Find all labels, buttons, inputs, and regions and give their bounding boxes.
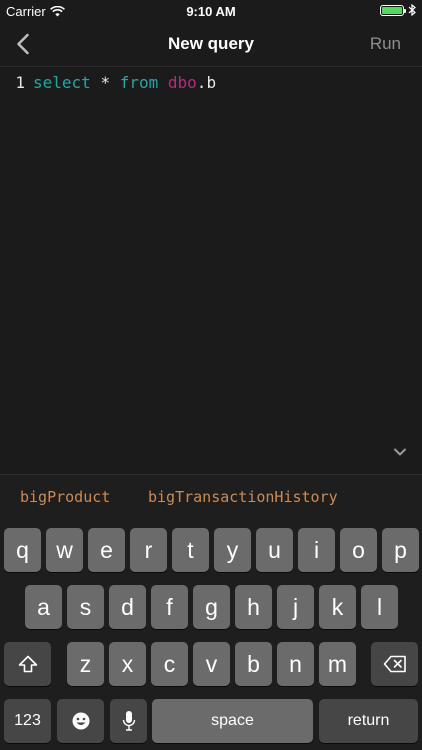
numbers-key[interactable]: 123 [4, 699, 51, 743]
key-z[interactable]: z [67, 642, 104, 686]
keyword-token: from [119, 73, 159, 92]
key-b[interactable]: b [235, 642, 272, 686]
battery-level [382, 6, 402, 14]
suggestion-item[interactable]: bigProduct [20, 488, 110, 506]
sql-editor[interactable]: 1 select * from dbo. b [0, 67, 422, 473]
partial-identifier-token: b [206, 73, 217, 92]
emoji-key[interactable] [57, 699, 104, 743]
status-time: 9:10 AM [186, 4, 236, 19]
return-key[interactable]: return [319, 699, 418, 743]
shift-icon [18, 655, 37, 673]
run-button[interactable]: Run [370, 34, 401, 54]
key-t[interactable]: t [172, 528, 209, 572]
key-n[interactable]: n [277, 642, 314, 686]
suggestion-item[interactable]: bigTransactionHistory [148, 488, 338, 506]
key-h[interactable]: h [235, 585, 272, 629]
space-key[interactable]: space [152, 699, 313, 743]
key-i[interactable]: i [298, 528, 335, 572]
microphone-icon [122, 711, 135, 731]
key-p[interactable]: p [382, 528, 419, 572]
key-x[interactable]: x [109, 642, 146, 686]
key-m[interactable]: m [319, 642, 356, 686]
schema-token: dbo [167, 73, 197, 92]
key-o[interactable]: o [340, 528, 377, 572]
battery-icon [380, 4, 406, 16]
delete-icon [383, 655, 406, 673]
key-v[interactable]: v [193, 642, 230, 686]
microphone-key[interactable] [110, 699, 147, 743]
key-e[interactable]: e [88, 528, 125, 572]
key-y[interactable]: y [214, 528, 251, 572]
key-l[interactable]: l [361, 585, 398, 629]
key-q[interactable]: q [4, 528, 41, 572]
shift-key[interactable] [4, 642, 51, 686]
key-a[interactable]: a [25, 585, 62, 629]
autocomplete-bar: bigProduct bigTransactionHistory [0, 474, 422, 519]
key-u[interactable]: u [256, 528, 293, 572]
keyword-token: select [33, 73, 91, 92]
navigation-bar: New query Run [0, 22, 422, 67]
code-line: 1 select * from dbo. b [0, 73, 216, 92]
emoji-icon [72, 712, 89, 730]
status-bar: Carrier 9:10 AM [0, 0, 422, 22]
key-j[interactable]: j [277, 585, 314, 629]
page-title: New query [168, 34, 254, 53]
operator-token: * [100, 73, 111, 92]
key-r[interactable]: r [130, 528, 167, 572]
keyboard: q w e r t y u i o p a s d f g h j k l z … [0, 519, 422, 750]
chevron-down-icon[interactable] [392, 446, 408, 458]
status-indicators [380, 4, 416, 16]
key-k[interactable]: k [319, 585, 356, 629]
key-f[interactable]: f [151, 585, 188, 629]
line-number: 1 [15, 73, 25, 92]
key-d[interactable]: d [109, 585, 146, 629]
dot-token: . [196, 73, 207, 92]
key-w[interactable]: w [46, 528, 83, 572]
key-c[interactable]: c [151, 642, 188, 686]
query-editor-screen: Carrier 9:10 AM New query Run 1 select *… [0, 0, 422, 750]
key-s[interactable]: s [67, 585, 104, 629]
key-g[interactable]: g [193, 585, 230, 629]
bluetooth-icon [408, 4, 416, 16]
delete-key[interactable] [371, 642, 418, 686]
